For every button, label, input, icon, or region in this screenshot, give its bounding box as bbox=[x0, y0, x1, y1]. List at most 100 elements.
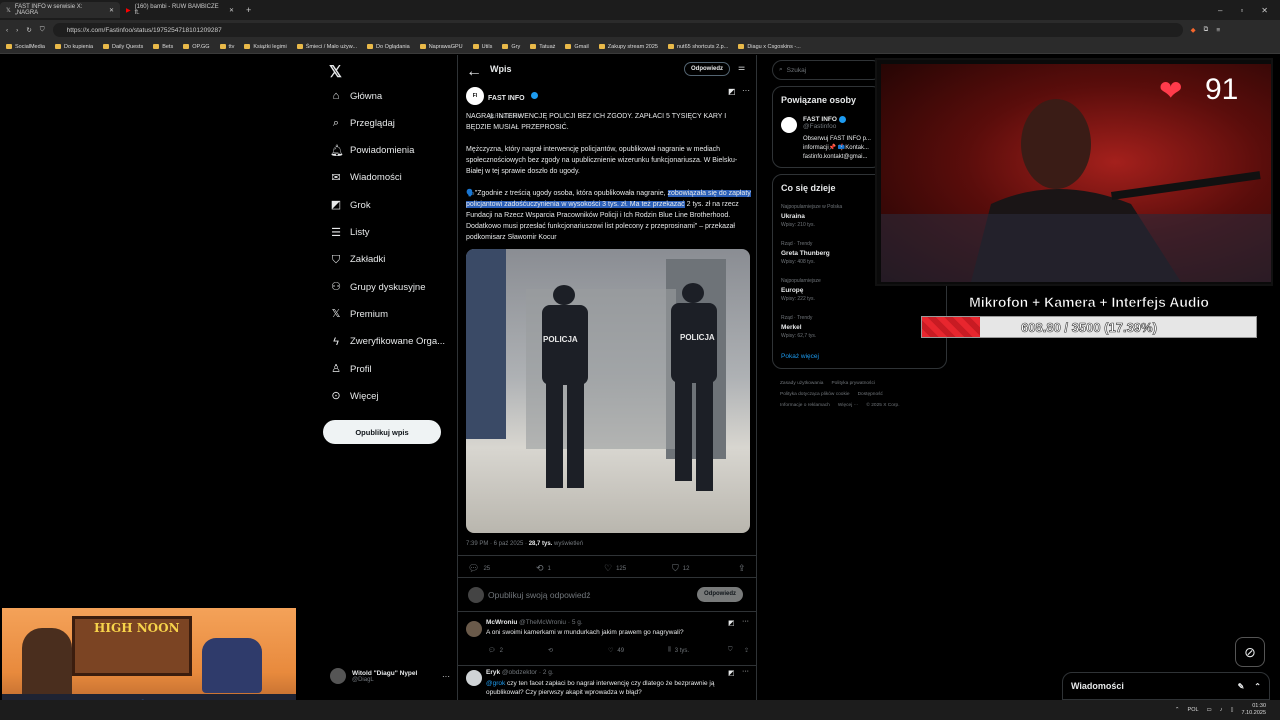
close-tab-icon[interactable]: ✕ bbox=[229, 7, 234, 14]
bookmark-item[interactable]: Do kupienia bbox=[54, 44, 93, 50]
nav-item-grok[interactable]: ◩ Grok bbox=[330, 199, 371, 211]
bookmark-item[interactable]: SocialMedia bbox=[6, 44, 45, 50]
bookmark-page-icon[interactable]: ⛉ bbox=[40, 26, 45, 34]
nav-item-premium[interactable]: 𝕏 Premium bbox=[330, 308, 388, 320]
messages-drawer[interactable]: Wiadomości ✎ ⌃ bbox=[1062, 672, 1270, 700]
bookmark-item[interactable]: nut65 shortcuts 2.p... bbox=[667, 44, 728, 50]
address-bar[interactable]: https://x.com/Fastinfoo/status/197525471… bbox=[52, 23, 1183, 37]
close-tab-icon[interactable]: ✕ bbox=[109, 7, 114, 14]
tray-chevron-icon[interactable]: ⌃ bbox=[1175, 707, 1180, 713]
author-name[interactable]: FAST INFO bbox=[488, 95, 525, 102]
grok-icon[interactable]: ◩ bbox=[728, 669, 735, 677]
bookmark-item[interactable]: ttv bbox=[219, 44, 234, 50]
language-indicator[interactable]: POL bbox=[1188, 707, 1199, 713]
new-tab-button[interactable]: + bbox=[246, 5, 251, 15]
nav-item-profil[interactable]: ♙ Profil bbox=[330, 363, 372, 375]
footer-link[interactable]: Informacje o reklamach bbox=[780, 400, 830, 411]
tweet-image[interactable]: POLICJA POLICJA bbox=[466, 249, 750, 533]
reply-item[interactable]: McWroniu @TheMcWroniu · 5 g. A oni swoim… bbox=[466, 618, 751, 661]
reply-author[interactable]: McWroniu bbox=[486, 619, 517, 626]
bookmark-item[interactable]: Bets bbox=[153, 44, 173, 50]
nav-item-przeglądaj[interactable]: ⌕ Przeglądaj bbox=[330, 117, 395, 129]
post-button[interactable]: Opublikuj wpis bbox=[323, 420, 441, 444]
footer-link[interactable]: Dostępność bbox=[858, 389, 883, 400]
more-dots-icon[interactable]: ··· bbox=[742, 86, 750, 95]
nav-item-powiadomienia[interactable]: 🔔︎ Powiadomienia bbox=[330, 145, 414, 157]
account-switcher[interactable]: Witold "Diagu" Nypel @DiagL ··· bbox=[330, 665, 450, 687]
back-arrow-icon[interactable]: ← bbox=[466, 63, 482, 81]
nav-item-więcej[interactable]: ⊙ Więcej bbox=[330, 390, 378, 402]
tweet-timestamp[interactable]: 7:39 PM · 6 paź 2025 · bbox=[466, 541, 529, 547]
expand-icon[interactable]: ⌃ bbox=[1254, 682, 1261, 691]
back-icon[interactable]: ‹ bbox=[6, 27, 8, 34]
bookmark-action[interactable]: ⛉ bbox=[728, 647, 733, 654]
compose-reply-button[interactable]: Odpowiedz bbox=[697, 587, 743, 602]
retweet-action[interactable]: ⟲ 1 bbox=[536, 563, 551, 574]
like-action[interactable]: ♡ 49 bbox=[608, 647, 624, 655]
nav-item-główna[interactable]: ⌂ Główna bbox=[330, 90, 383, 102]
nav-item-listy[interactable]: ☰ Listy bbox=[330, 227, 369, 239]
bookmark-item[interactable]: OP.GG bbox=[183, 44, 210, 50]
like-action[interactable]: ♡ 125 bbox=[604, 563, 626, 574]
avatar[interactable] bbox=[781, 117, 797, 133]
footer-link[interactable]: Zasady użytkowania bbox=[780, 378, 823, 389]
reply-action[interactable]: 💬︎ 25 bbox=[468, 563, 490, 574]
x-logo-icon[interactable]: 𝕏 bbox=[329, 62, 342, 82]
share-action[interactable]: ⇪ bbox=[738, 563, 746, 574]
brave-shield-icon[interactable]: ◆ bbox=[1191, 26, 1196, 34]
nav-item-zweryfikowane-orga-[interactable]: ϟ Zweryfikowane Orga... bbox=[330, 336, 445, 348]
trend-item[interactable]: Najpopularniejsze w Polska Ukraina Wpisy: … bbox=[781, 203, 938, 230]
reply-item[interactable]: Eryk @obdzektor · 2 g. @grok czy ten fac… bbox=[466, 668, 751, 699]
forward-icon[interactable]: › bbox=[16, 27, 18, 34]
reload-icon[interactable]: ↻ bbox=[26, 26, 31, 34]
footer-link[interactable]: Polityka dotycząca plików cookie bbox=[780, 389, 850, 400]
settings-sliders-icon[interactable]: ⚌ bbox=[738, 63, 745, 72]
volume-icon[interactable]: ♪ bbox=[1220, 707, 1223, 713]
bookmark-item[interactable]: Książki legimi bbox=[244, 44, 287, 50]
trend-item[interactable]: Rząd · Trendy Greta Thunberg Wpisy: 408 ty… bbox=[781, 240, 938, 267]
maximize-icon[interactable]: ▫ bbox=[1240, 6, 1243, 15]
bookmark-item[interactable]: Daily Quests bbox=[103, 44, 143, 50]
show-more-link[interactable]: Pokaż więcej bbox=[781, 353, 819, 360]
reply-header-button[interactable]: Odpowiedz bbox=[684, 62, 730, 76]
battery-icon[interactable]: ▯ bbox=[1231, 707, 1234, 713]
nav-item-wiadomości[interactable]: ✉ Wiadomości bbox=[330, 172, 401, 184]
more-dots-icon[interactable]: ··· bbox=[442, 672, 450, 681]
close-window-icon[interactable]: ✕ bbox=[1261, 6, 1268, 15]
mention-link[interactable]: @grok bbox=[486, 680, 505, 687]
nav-item-zakładki[interactable]: ⛉ Zakładki bbox=[330, 254, 386, 266]
share-action[interactable]: ⇪ bbox=[744, 647, 749, 654]
bookmark-item[interactable]: Utils bbox=[472, 44, 492, 50]
bookmark-item[interactable]: Do Oglądania bbox=[367, 44, 410, 50]
reply-compose-input[interactable]: Opublikuj swoją odpowiedź bbox=[488, 590, 591, 600]
nav-item-grupy-dyskusyjne[interactable]: ⚇ Grupy dyskusyjne bbox=[330, 281, 425, 293]
bookmark-item[interactable]: Gry bbox=[502, 44, 520, 50]
browser-tab[interactable]: ▶ (160) bambi - RUW BAMBICZE ft. ✕ bbox=[120, 2, 240, 18]
bookmark-item[interactable]: Gmail bbox=[565, 44, 589, 50]
bookmark-item[interactable]: NaprawaGPU bbox=[419, 44, 463, 50]
search-input[interactable]: ⌕ Szukaj bbox=[772, 60, 882, 80]
extensions-icon[interactable]: ⧉ bbox=[1204, 26, 1209, 34]
grok-icon[interactable]: ◩ bbox=[728, 619, 735, 627]
bookmark-item[interactable]: Zakupy stream 2025 bbox=[598, 44, 658, 50]
network-icon[interactable]: ▭ bbox=[1207, 707, 1212, 713]
bookmark-action[interactable]: ⛉ 12 bbox=[672, 563, 689, 574]
minimize-icon[interactable]: – bbox=[1218, 6, 1222, 15]
avatar[interactable]: FI bbox=[466, 87, 484, 105]
more-dots-icon[interactable]: ··· bbox=[742, 618, 749, 625]
footer-link[interactable]: Więcej ··· bbox=[838, 400, 859, 411]
clock-date[interactable]: 7.10.2025 bbox=[1242, 710, 1266, 717]
bookmark-item[interactable]: Śmieci / Mało używ... bbox=[296, 44, 357, 50]
grok-icon[interactable]: ◩ bbox=[728, 87, 736, 96]
clock-time[interactable]: 01:30 bbox=[1252, 703, 1266, 710]
footer-link[interactable]: Polityka prywatności bbox=[831, 378, 874, 389]
menu-icon[interactable]: ≡ bbox=[1216, 27, 1220, 34]
reply-action[interactable]: 💬︎ 2 bbox=[488, 647, 503, 655]
trend-item[interactable]: Rząd · TrendyMerkelWpisy: 62,7 tys.··· bbox=[781, 314, 938, 341]
browser-tab-active[interactable]: 𝕏 FAST INFO w serwisie X: „NAGRA ✕ bbox=[0, 2, 120, 18]
views-action[interactable]: ⫼ 3 tys. bbox=[668, 647, 689, 654]
retweet-action[interactable]: ⟲ bbox=[548, 647, 553, 654]
related-name[interactable]: FAST INFO bbox=[803, 116, 837, 123]
more-dots-icon[interactable]: ··· bbox=[742, 668, 749, 675]
bookmark-item[interactable]: Diagu x Csgoskins -... bbox=[738, 44, 801, 50]
